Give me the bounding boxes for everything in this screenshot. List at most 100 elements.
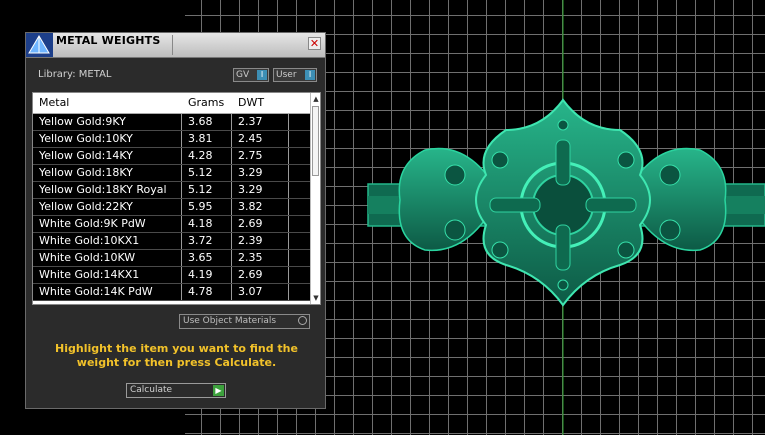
column-divider [181,267,182,283]
column-divider [231,233,232,249]
column-divider [288,199,289,215]
gv-toggle[interactable]: GV I [233,68,269,82]
table-body: Yellow Gold:9KY 3.68 2.37 Yellow Gold:10KY 3… [33,114,311,301]
column-divider [231,250,232,266]
column-divider [181,284,182,300]
toggle-knob-icon: I [257,70,267,80]
column-divider [288,182,289,198]
column-divider [181,182,182,198]
table-row[interactable]: White Gold:9K PdW 4.18 2.69 [33,216,311,233]
toggle-knob-icon: I [305,70,315,80]
grams-cell: 4.19 [188,268,213,281]
column-divider [181,114,182,130]
metal-cell: White Gold:10KX1 [39,234,140,247]
column-divider [231,199,232,215]
column-divider [181,148,182,164]
dwt-cell: 2.35 [238,251,263,264]
dwt-cell: 2.69 [238,268,263,281]
scroll-thumb[interactable] [312,106,319,176]
column-divider [231,165,232,181]
dwt-cell: 3.29 [238,183,263,196]
column-divider [288,165,289,181]
dialog-titlebar[interactable]: METAL WEIGHTS ✕ [26,33,325,58]
column-divider [288,284,289,300]
table-row[interactable]: Yellow Gold:22KY 5.95 3.82 [33,199,311,216]
metal-cell: Yellow Gold:18KY Royal [39,183,167,196]
column-header-metal[interactable]: Metal [39,96,69,109]
table-row[interactable]: Yellow Gold:9KY 3.68 2.37 [33,114,311,131]
column-divider [181,233,182,249]
column-divider [181,250,182,266]
column-divider [288,216,289,232]
use-object-materials-label: Use Object Materials [183,316,277,326]
calculate-label: Calculate [130,385,173,395]
column-divider [288,148,289,164]
scroll-down-icon[interactable]: ▼ [312,293,320,303]
table-scrollbar[interactable]: ▲ ▼ [310,93,320,304]
grams-cell: 3.72 [188,234,213,247]
grams-cell: 5.12 [188,166,213,179]
metal-cell: White Gold:9K PdW [39,217,146,230]
grams-cell: 4.78 [188,285,213,298]
dwt-cell: 3.29 [238,166,263,179]
metal-cell: Yellow Gold:10KY [39,132,133,145]
calculate-button[interactable]: Calculate ▶ [126,383,226,398]
grams-cell: 3.81 [188,132,213,145]
grams-cell: 5.12 [188,183,213,196]
column-divider [181,216,182,232]
table-row[interactable]: White Gold:10KX1 3.72 2.39 [33,233,311,250]
option-circle-icon [298,316,307,325]
metal-cell: White Gold:10KW [39,251,136,264]
metal-cell: White Gold:14K PdW [39,285,153,298]
close-button[interactable]: ✕ [308,37,321,50]
scroll-up-icon[interactable]: ▲ [312,94,320,104]
column-divider [288,267,289,283]
column-divider [231,131,232,147]
close-icon: ✕ [309,37,320,50]
column-divider [231,284,232,300]
column-divider [288,233,289,249]
metal-cell: White Gold:14KX1 [39,268,140,281]
grams-cell: 3.68 [188,115,213,128]
dwt-cell: 2.39 [238,234,263,247]
play-icon: ▶ [213,385,224,396]
column-divider [288,131,289,147]
metal-weights-dialog: METAL WEIGHTS ✕ Library: METAL GV I User… [25,32,326,409]
dwt-cell: 2.37 [238,115,263,128]
table-row[interactable]: White Gold:10KW 3.65 2.35 [33,250,311,267]
column-header-dwt[interactable]: DWT [238,96,264,109]
metal-cell: Yellow Gold:18KY [39,166,133,179]
dwt-cell: 2.45 [238,132,263,145]
grams-cell: 3.65 [188,251,213,264]
library-label: Library: METAL [38,69,112,80]
dwt-cell: 2.75 [238,149,263,162]
app-logo-icon [26,33,53,57]
column-divider [231,114,232,130]
user-toggle[interactable]: User I [273,68,317,82]
use-object-materials-option[interactable]: Use Object Materials [179,314,310,329]
column-divider [231,216,232,232]
table-row[interactable]: Yellow Gold:18KY 5.12 3.29 [33,165,311,182]
column-divider [231,267,232,283]
grams-cell: 4.18 [188,217,213,230]
metal-cell: Yellow Gold:9KY [39,115,126,128]
table-row[interactable]: Yellow Gold:10KY 3.81 2.45 [33,131,311,148]
table-row[interactable]: Yellow Gold:14KY 4.28 2.75 [33,148,311,165]
column-divider [181,165,182,181]
dialog-title: METAL WEIGHTS [56,34,161,47]
metal-cell: Yellow Gold:22KY [39,200,133,213]
column-header-grams[interactable]: Grams [188,96,224,109]
instructions-text: Highlight the item you want to find the … [55,342,298,369]
column-divider [181,199,182,215]
column-divider [231,148,232,164]
title-divider [172,35,173,55]
table-row[interactable]: Yellow Gold:18KY Royal 5.12 3.29 [33,182,311,199]
grams-cell: 5.95 [188,200,213,213]
table-row[interactable]: White Gold:14KX1 4.19 2.69 [33,267,311,284]
dwt-cell: 3.07 [238,285,263,298]
table-header: Metal Grams DWT [33,93,311,114]
metal-table[interactable]: Metal Grams DWT Yellow Gold:9KY 3.68 2.37 Y… [32,92,321,305]
gv-toggle-label: GV [236,70,250,80]
column-divider [231,182,232,198]
table-row[interactable]: White Gold:14K PdW 4.78 3.07 [33,284,311,301]
